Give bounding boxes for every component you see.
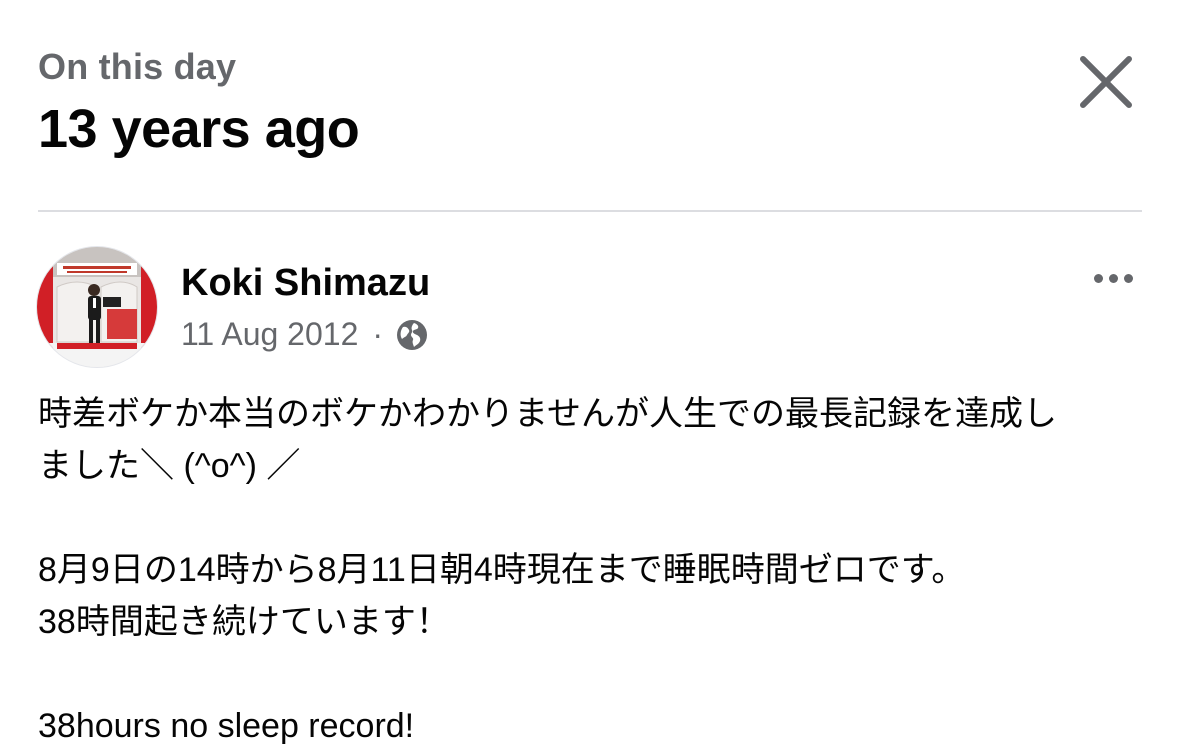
avatar-photo — [37, 247, 157, 367]
header-divider — [38, 210, 1142, 212]
more-options-icon — [1093, 273, 1103, 283]
post-meta: 11 Aug 2012 · — [181, 316, 429, 353]
post-body: 時差ボケか本当のボケかわかりませんが人生での最長記録を達成し ました＼ (^o^… — [38, 388, 1148, 752]
post-line: ました＼ (^o^) ／ — [38, 447, 301, 485]
meta-separator: · — [372, 316, 384, 352]
more-options-button[interactable] — [1082, 258, 1144, 298]
avatar[interactable] — [36, 246, 158, 368]
post-line: 38時間起き続けています！ — [38, 603, 450, 641]
post-line: 38hours no sleep record! — [38, 707, 415, 745]
close-button[interactable] — [1072, 48, 1140, 116]
post-line: 時差ボケか本当のボケかわかりませんが人生での最長記録を達成し — [38, 395, 1057, 433]
close-icon — [1080, 56, 1132, 108]
header-title: 13 years ago — [38, 99, 360, 159]
post-line: 8月9日の14時から8月11日朝4時現在まで睡眠時間ゼロです。 — [38, 551, 966, 589]
post-date[interactable]: 11 Aug 2012 — [181, 316, 358, 353]
more-options-dot — [1108, 273, 1118, 283]
globe-icon[interactable] — [395, 318, 429, 352]
more-options-dot — [1123, 273, 1133, 283]
header-subtitle: On this day — [38, 46, 237, 87]
post-author-name[interactable]: Koki Shimazu — [181, 262, 430, 305]
